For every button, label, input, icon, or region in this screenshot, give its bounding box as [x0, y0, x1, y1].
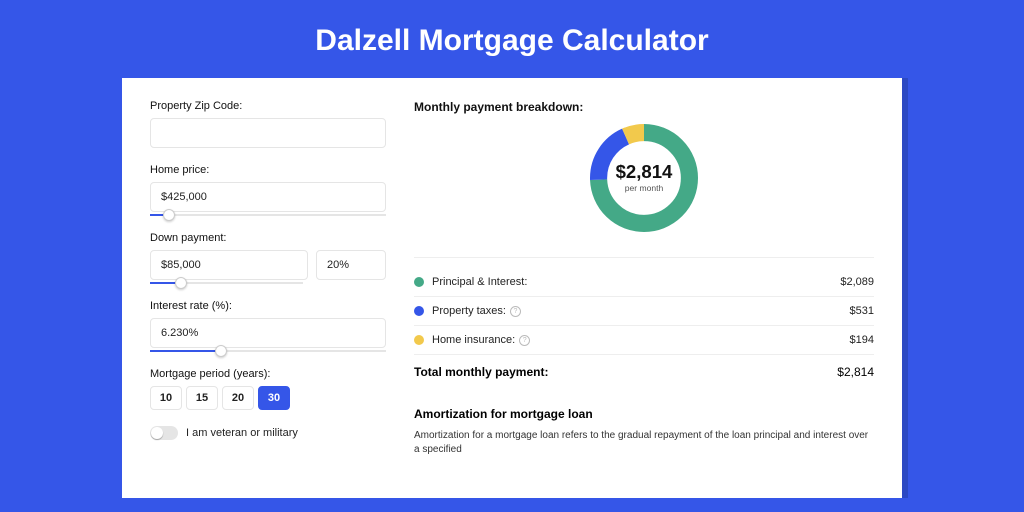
down-pct-input[interactable] — [316, 250, 386, 280]
amort-title: Amortization for mortgage loan — [414, 407, 874, 421]
legend-row: Property taxes: ?$531 — [414, 297, 874, 326]
legend-value: $194 — [850, 334, 874, 346]
zip-field: Property Zip Code: — [150, 100, 386, 148]
total-label: Total monthly payment: — [414, 365, 548, 379]
rate-slider[interactable] — [150, 350, 386, 352]
veteran-toggle[interactable] — [150, 426, 178, 440]
price-label: Home price: — [150, 164, 386, 176]
zip-input[interactable] — [150, 118, 386, 148]
period-btn-30[interactable]: 30 — [258, 386, 290, 410]
down-label: Down payment: — [150, 232, 386, 244]
info-icon[interactable]: ? — [510, 306, 521, 317]
rate-slider-thumb[interactable] — [215, 345, 227, 357]
price-input[interactable] — [150, 182, 386, 212]
legend-label: Home insurance: ? — [432, 334, 850, 346]
price-slider-thumb[interactable] — [163, 209, 175, 221]
total-row: Total monthly payment: $2,814 — [414, 354, 874, 393]
price-slider[interactable] — [150, 214, 386, 216]
legend-row: Home insurance: ?$194 — [414, 326, 874, 354]
divider — [414, 257, 874, 258]
zip-label: Property Zip Code: — [150, 100, 386, 112]
legend-dot — [414, 306, 424, 316]
rate-slider-fill — [150, 350, 221, 352]
rate-field: Interest rate (%): — [150, 300, 386, 352]
breakdown-title: Monthly payment breakdown: — [414, 100, 874, 114]
legend-value: $531 — [850, 305, 874, 317]
donut-chart: $2,814 per month — [414, 114, 874, 247]
rate-input[interactable] — [150, 318, 386, 348]
page-title: Dalzell Mortgage Calculator — [0, 0, 1024, 78]
period-buttons: 10152030 — [150, 386, 386, 410]
legend-dot — [414, 277, 424, 287]
info-icon[interactable]: ? — [519, 335, 530, 346]
legend-label: Property taxes: ? — [432, 305, 850, 317]
period-field: Mortgage period (years): 10152030 — [150, 368, 386, 410]
down-field: Down payment: — [150, 232, 386, 284]
down-slider[interactable] — [150, 282, 303, 284]
toggle-knob — [151, 427, 163, 439]
donut-center-sub: per month — [625, 183, 664, 193]
rate-label: Interest rate (%): — [150, 300, 386, 312]
legend-row: Principal & Interest:$2,089 — [414, 268, 874, 297]
breakdown-column: Monthly payment breakdown: $2,814 per mo… — [414, 100, 874, 476]
donut-center-amount: $2,814 — [616, 161, 673, 182]
total-value: $2,814 — [837, 365, 874, 379]
form-column: Property Zip Code: Home price: Down paym… — [150, 100, 386, 476]
veteran-label: I am veteran or military — [186, 427, 298, 439]
calculator-panel: Property Zip Code: Home price: Down paym… — [122, 78, 902, 498]
legend-dot — [414, 335, 424, 345]
period-btn-20[interactable]: 20 — [222, 386, 254, 410]
period-btn-15[interactable]: 15 — [186, 386, 218, 410]
period-label: Mortgage period (years): — [150, 368, 386, 380]
price-field: Home price: — [150, 164, 386, 216]
legend-label: Principal & Interest: — [432, 276, 840, 288]
down-slider-thumb[interactable] — [175, 277, 187, 289]
down-input[interactable] — [150, 250, 308, 280]
legend-value: $2,089 — [840, 276, 874, 288]
period-btn-10[interactable]: 10 — [150, 386, 182, 410]
amort-text: Amortization for a mortgage loan refers … — [414, 429, 874, 457]
veteran-row: I am veteran or military — [150, 426, 386, 440]
